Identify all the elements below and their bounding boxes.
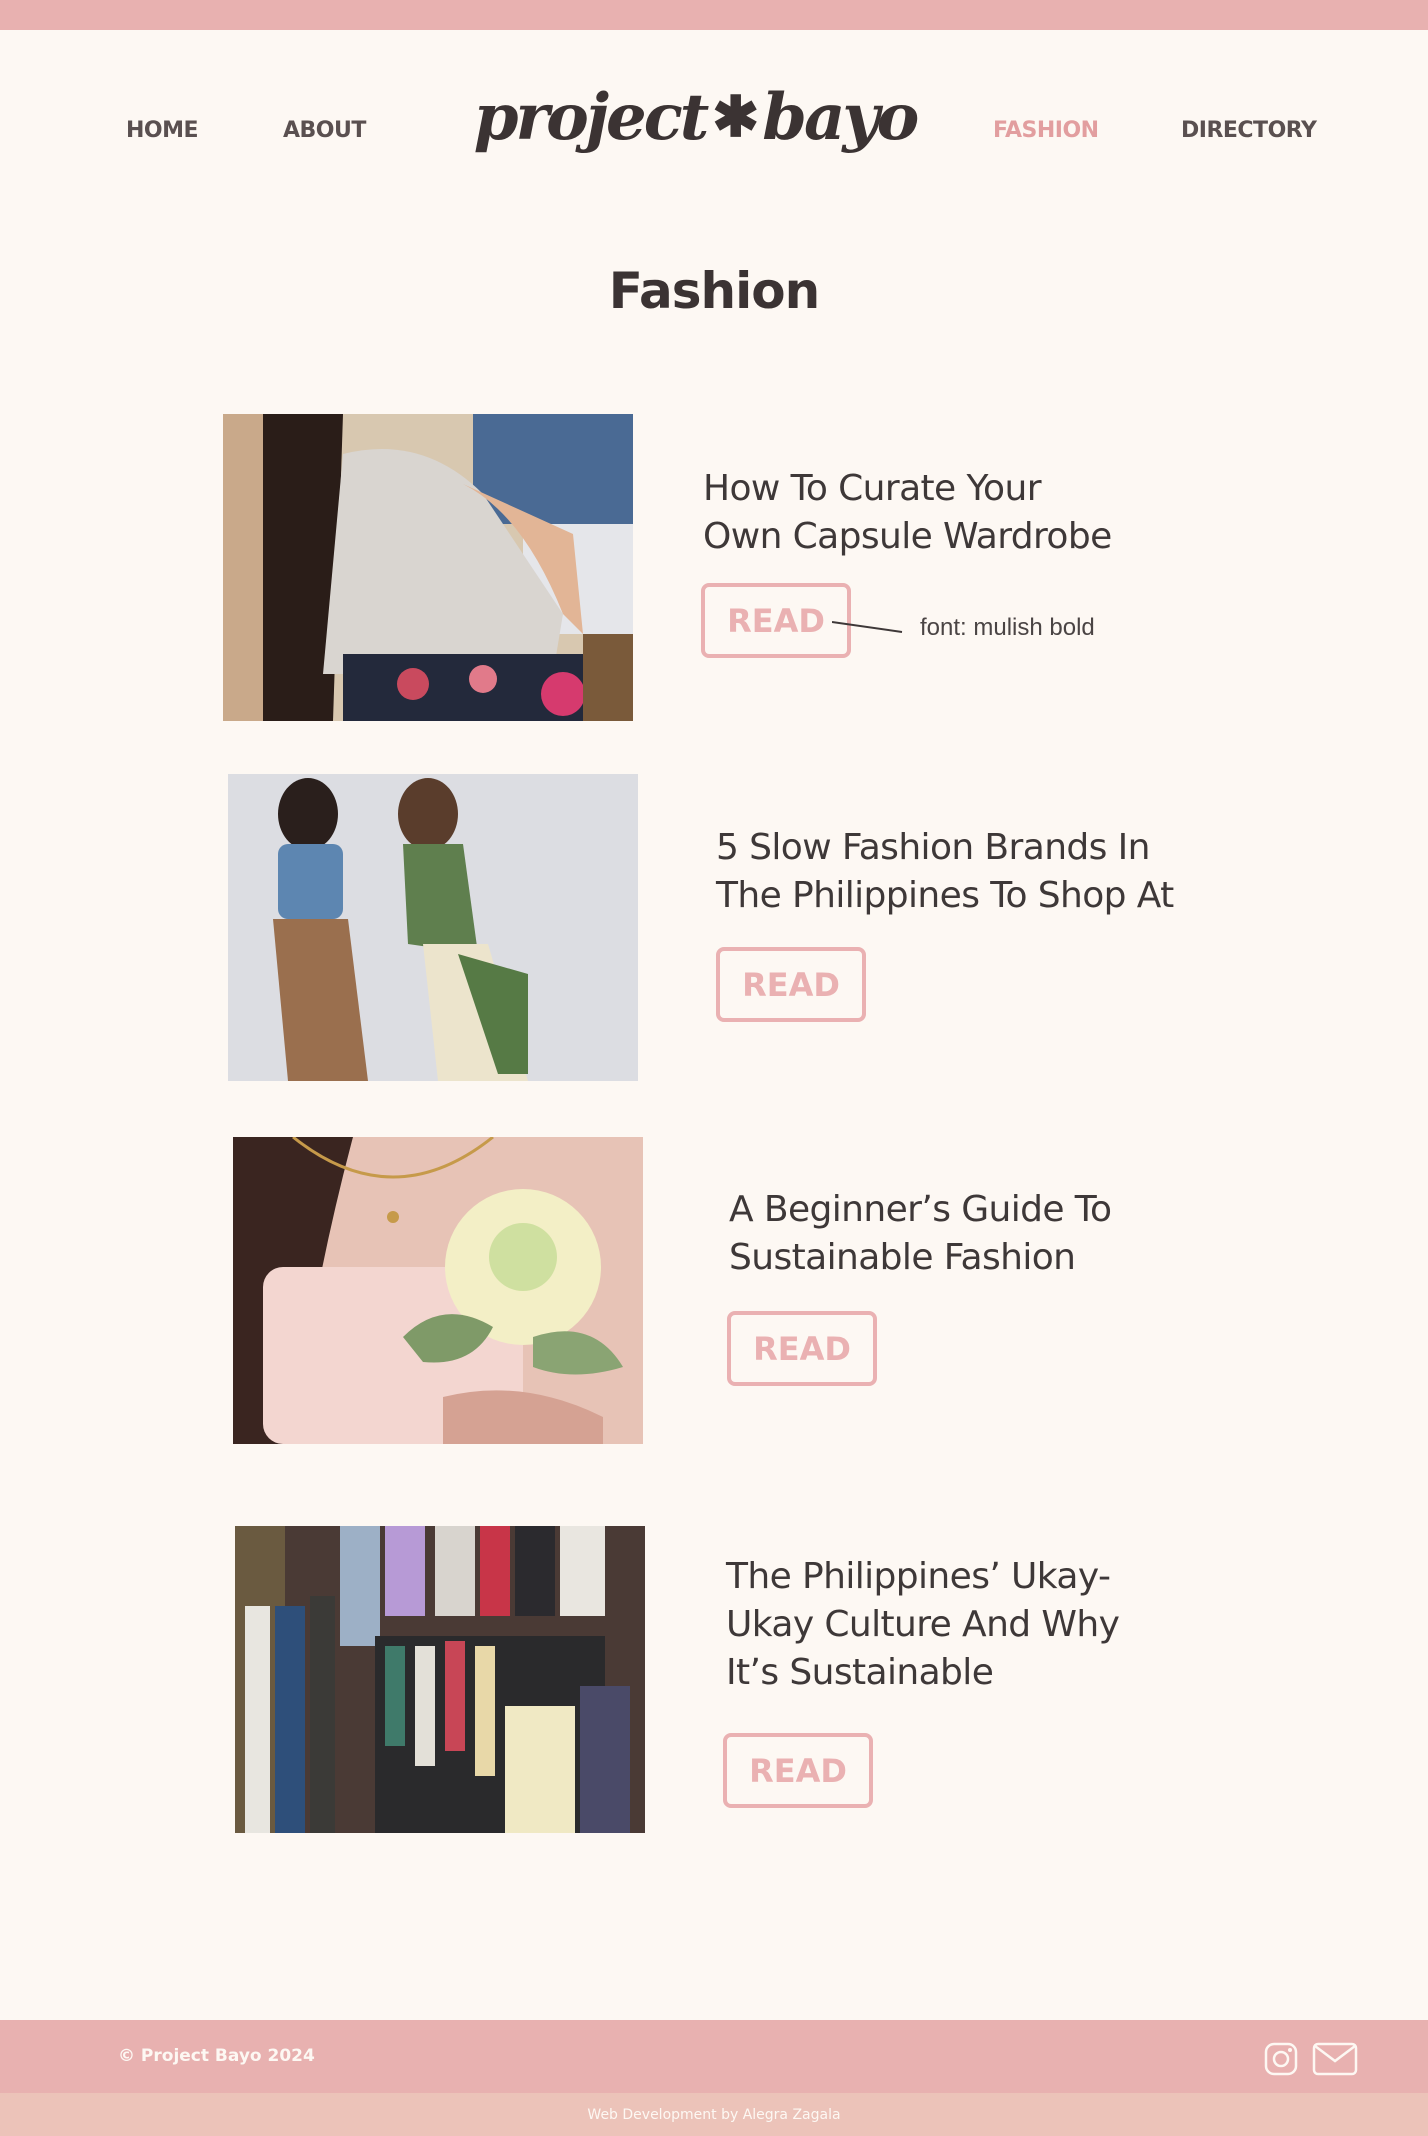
logo[interactable]: project ✱ bayo [465, 72, 925, 162]
article-3-title-line-1: A Beginner’s Guide To [729, 1189, 1112, 1230]
font-annotation: font: mulish bold [920, 614, 1095, 641]
instagram-icon[interactable] [1264, 2042, 1298, 2081]
article-2-photo [228, 774, 638, 1081]
logo-text-project: project [473, 79, 710, 155]
article-2-image[interactable] [228, 774, 638, 1081]
article-4-read-button[interactable]: READ [723, 1733, 873, 1808]
article-1-photo [223, 414, 633, 721]
article-2-title-line-1: 5 Slow Fashion Brands In [716, 827, 1151, 868]
mail-icon[interactable] [1312, 2042, 1358, 2081]
article-3-title-line-2: Sustainable Fashion [729, 1237, 1076, 1278]
article-1-title[interactable]: How To Curate Your Own Capsule Wardrobe [703, 465, 1223, 561]
page-title: Fashion [608, 262, 820, 320]
article-4-title[interactable]: The Philippines’ Ukay- Ukay Culture And … [726, 1553, 1246, 1697]
article-4-photo [235, 1526, 645, 1833]
article-3-title[interactable]: A Beginner’s Guide To Sustainable Fashio… [729, 1186, 1249, 1282]
nav-home-link[interactable]: HOME [126, 118, 199, 143]
article-2-title-line-2: The Philippines To Shop At [716, 875, 1174, 916]
logo-star-icon: ✱ [712, 84, 759, 150]
footer-copyright: © Project Bayo 2024 [118, 2046, 315, 2066]
article-3-image[interactable] [233, 1137, 643, 1444]
article-1-image[interactable] [223, 414, 633, 721]
article-1-title-line-1: How To Curate Your [703, 468, 1042, 509]
nav-directory-link[interactable]: DIRECTORY [1181, 118, 1317, 143]
top-accent-bar [0, 0, 1428, 30]
article-3-read-button[interactable]: READ [727, 1311, 877, 1386]
article-2-title[interactable]: 5 Slow Fashion Brands In The Philippines… [716, 824, 1236, 920]
subfooter-bar: Web Development by Alegra Zagala [0, 2093, 1428, 2136]
nav-fashion-link[interactable]: FASHION [993, 118, 1099, 143]
article-2-read-button[interactable]: READ [716, 947, 866, 1022]
article-4-title-line-3: It’s Sustainable [726, 1652, 994, 1693]
footer-credit: Web Development by Alegra Zagala [587, 2106, 841, 2123]
article-4-title-line-2: Ukay Culture And Why [726, 1604, 1120, 1645]
article-3-photo [233, 1137, 643, 1444]
article-4-title-line-1: The Philippines’ Ukay- [726, 1556, 1111, 1597]
article-1-title-line-2: Own Capsule Wardrobe [703, 516, 1112, 557]
article-4-image[interactable] [235, 1526, 645, 1833]
annotation-pointer-line [832, 621, 903, 633]
article-1-read-button[interactable]: READ [701, 583, 851, 658]
logo-text-bayo: bayo [762, 79, 919, 155]
nav-about-link[interactable]: ABOUT [283, 118, 366, 143]
